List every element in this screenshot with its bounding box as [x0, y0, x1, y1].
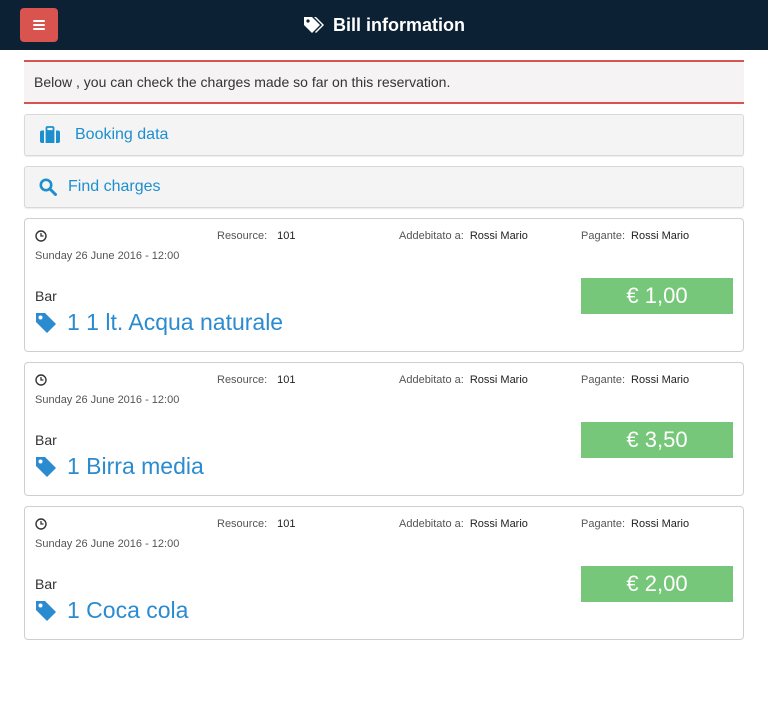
- payer-field: Pagante: Rossi Mario: [581, 230, 689, 242]
- tag-icon: [35, 600, 57, 622]
- charge-item-name: 1 1 lt. Acqua naturale: [67, 309, 284, 335]
- tag-icon: [35, 456, 57, 478]
- charge-card: Sunday 26 June 2016 - 12:00 Resource: 101…: [24, 218, 744, 352]
- tags-icon: [303, 16, 325, 34]
- resource-field: Resource: 101: [217, 230, 296, 242]
- charged-to-value: Rossi Mario: [469, 518, 528, 530]
- search-icon: [39, 178, 59, 196]
- charge-date: Sunday 26 June 2016 - 12:00: [35, 394, 180, 406]
- payer-value: Rossi Mario: [631, 230, 690, 242]
- booking-data-label: Booking data: [75, 126, 169, 143]
- charged-to-value: Rossi Mario: [469, 230, 528, 242]
- charge-price: € 3,50: [581, 422, 733, 458]
- page-header: Bill information: [0, 0, 768, 50]
- payer-field: Pagante: Rossi Mario: [581, 518, 689, 530]
- charge-category: Bar: [35, 576, 57, 592]
- clock-icon: [35, 517, 47, 530]
- charge-item: 1 Coca cola: [35, 597, 188, 624]
- charge-card: Sunday 26 June 2016 - 12:00 Resource: 101…: [24, 506, 744, 640]
- info-notice: Below , you can check the charges made s…: [24, 60, 744, 104]
- top-bar: Bill information: [0, 0, 768, 50]
- charge-date: Sunday 26 June 2016 - 12:00: [35, 538, 180, 550]
- charge-price: € 1,00: [581, 278, 733, 314]
- payer-label: Pagante:: [581, 518, 626, 530]
- charged-to-label: Addebitato a:: [399, 374, 464, 386]
- charge-card: Sunday 26 June 2016 - 12:00 Resource: 101…: [24, 362, 744, 496]
- payer-label: Pagante:: [581, 230, 626, 242]
- resource-field: Resource: 101: [217, 518, 296, 530]
- charge-category: Bar: [35, 288, 57, 304]
- payer-label: Pagante:: [581, 374, 626, 386]
- resource-label: Resource:: [217, 518, 268, 530]
- charged-to-label: Addebitato a:: [399, 518, 464, 530]
- clock-icon: [35, 373, 47, 386]
- resource-value: 101: [277, 518, 296, 530]
- charged-to-field: Addebitato a: Rossi Mario: [399, 518, 528, 530]
- charge-price: € 2,00: [581, 566, 733, 602]
- tag-icon: [35, 312, 57, 334]
- charged-to-field: Addebitato a: Rossi Mario: [399, 374, 528, 386]
- resource-label: Resource:: [217, 374, 268, 386]
- resource-label: Resource:: [217, 230, 268, 242]
- resource-value: 101: [277, 374, 296, 386]
- page-title: Bill information: [333, 14, 465, 35]
- charge-item-name: 1 Birra media: [67, 453, 204, 479]
- resource-field: Resource: 101: [217, 374, 296, 386]
- charge-category: Bar: [35, 432, 57, 448]
- suitcase-icon: [39, 126, 61, 144]
- charge-item-name: 1 Coca cola: [67, 597, 189, 623]
- booking-data-panel[interactable]: Booking data: [24, 114, 744, 156]
- find-charges-panel[interactable]: Find charges: [24, 166, 744, 208]
- payer-value: Rossi Mario: [631, 518, 690, 530]
- resource-value: 101: [277, 230, 296, 242]
- charge-date: Sunday 26 June 2016 - 12:00: [35, 250, 180, 262]
- charged-to-label: Addebitato a:: [399, 230, 464, 242]
- charged-to-field: Addebitato a: Rossi Mario: [399, 230, 528, 242]
- clock-icon: [35, 229, 47, 242]
- find-charges-label: Find charges: [68, 178, 161, 195]
- charge-item: 1 Birra media: [35, 453, 204, 480]
- charged-to-value: Rossi Mario: [469, 374, 528, 386]
- payer-field: Pagante: Rossi Mario: [581, 374, 689, 386]
- charge-item: 1 1 lt. Acqua naturale: [35, 309, 283, 336]
- payer-value: Rossi Mario: [631, 374, 690, 386]
